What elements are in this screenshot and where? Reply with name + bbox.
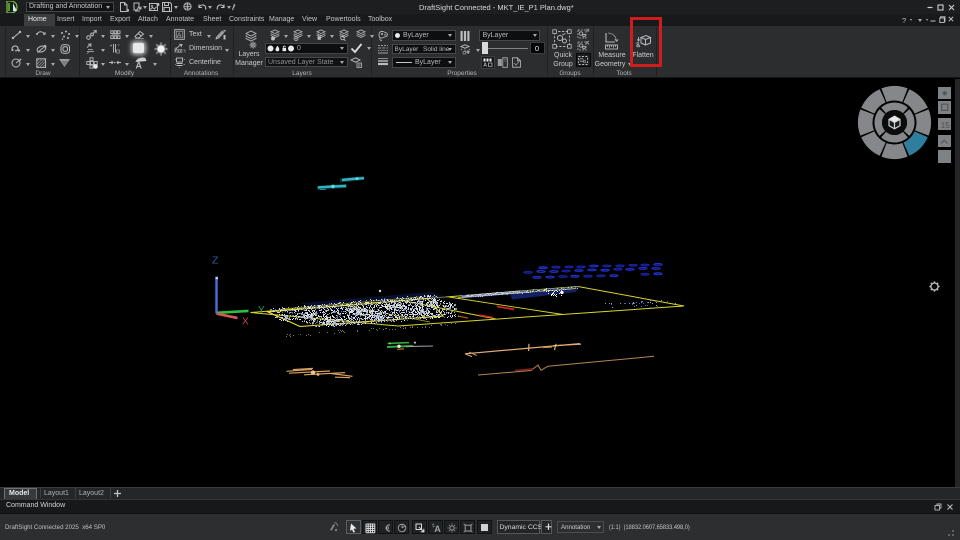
svg-text:A: A bbox=[434, 524, 441, 533]
svg-text:15: 15 bbox=[940, 119, 950, 129]
